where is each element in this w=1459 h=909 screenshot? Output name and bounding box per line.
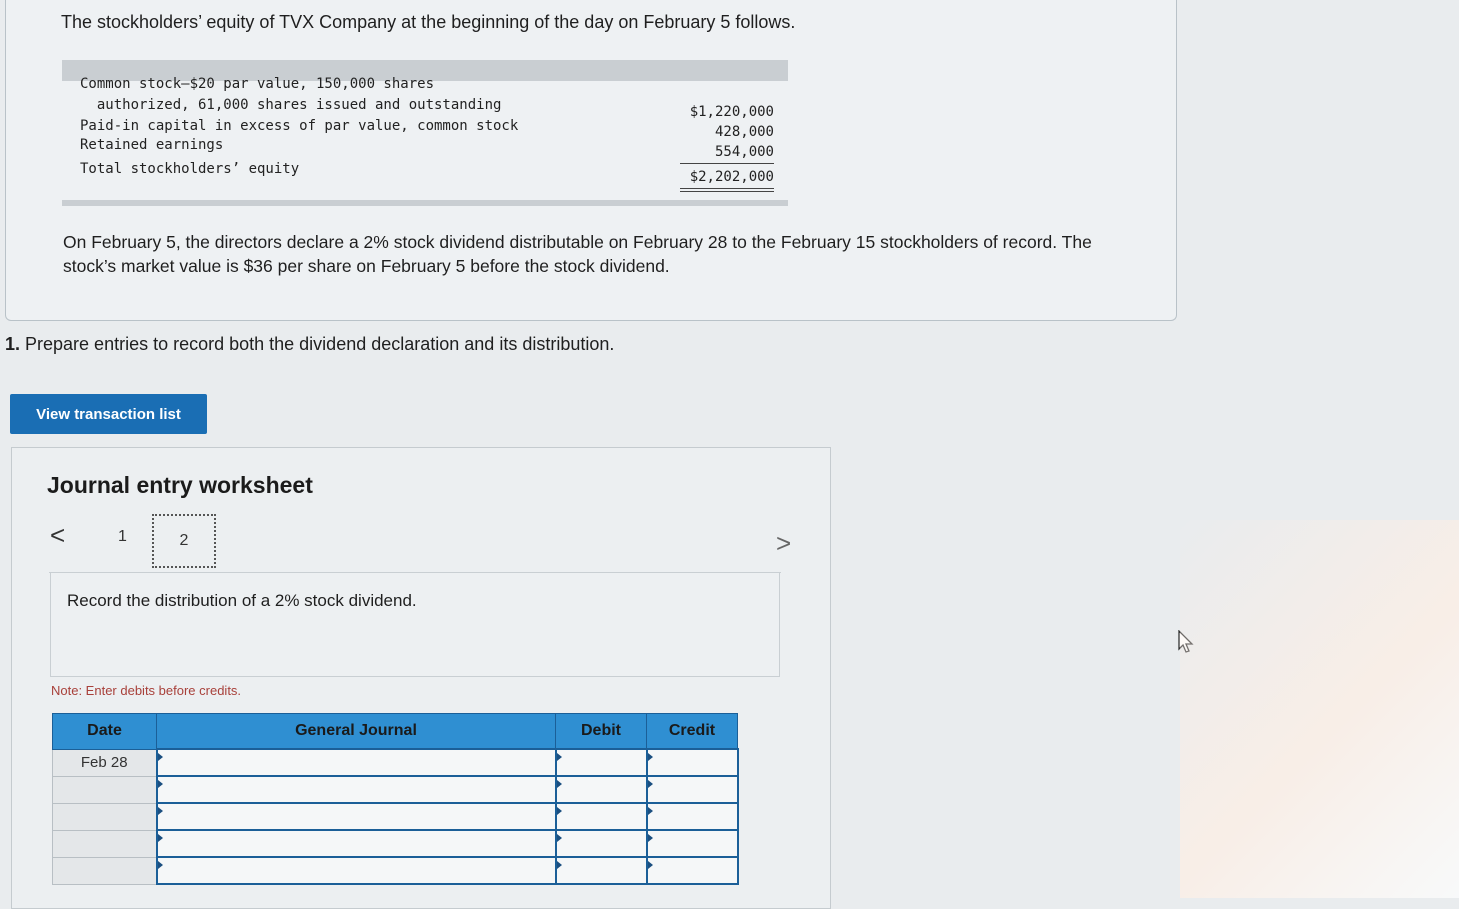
table-row: Feb 28 [52,748,739,777]
total-double-rule-1 [680,188,774,189]
header-date: Date [52,713,157,750]
amount-common-stock: $1,220,000 [689,104,774,120]
equity-footer-bar [62,200,788,206]
credit-input[interactable] [645,856,739,885]
worksheet-title: Journal entry worksheet [47,472,313,498]
chevron-left-icon[interactable]: < [50,520,65,551]
instruction-box: Record the distribution of a 2% stock di… [50,573,780,677]
problem-paragraph: On February 5, the directors declare a 2… [63,232,1092,276]
debit-input[interactable] [554,775,648,804]
header-debit: Debit [555,713,647,750]
view-transaction-list-button[interactable]: View transaction list [10,394,207,434]
equity-line-retained-earnings: Retained earnings [80,137,224,153]
amount-retained-earnings: 554,000 [714,144,774,160]
account-input[interactable] [155,856,557,885]
table-row [52,802,739,831]
table-row [52,829,739,858]
table-row [52,856,739,885]
problem-intro: The stockholders’ equity of TVX Company … [61,12,796,32]
journal-entry-worksheet: Journal entry worksheet < 1 2 > Record t… [11,447,831,909]
equity-line-paid-in-capital: Paid-in capital in excess of par value, … [80,118,519,134]
amount-total-equity: $2,202,000 [689,169,774,185]
total-double-rule-2 [680,191,774,192]
credit-input[interactable] [645,775,739,804]
equity-line-total: Total stockholders’ equity [80,161,300,177]
equity-line-common-stock-1: Common stock—$20 par value, 150,000 shar… [80,76,435,92]
general-journal-table: Date General Journal Debit Credit Feb 28 [52,713,739,885]
account-input[interactable] [155,802,557,831]
worksheet-page-1[interactable]: 1 [118,528,127,546]
date-cell [52,775,157,804]
debit-input[interactable] [554,829,648,858]
equity-statement: Common stock—$20 par value, 150,000 shar… [62,60,788,206]
debit-input[interactable] [554,802,648,831]
table-row [52,775,739,804]
chevron-right-icon[interactable]: > [776,528,791,559]
equity-line-common-stock-2: authorized, 61,000 shares issued and out… [80,97,502,113]
account-input[interactable] [155,775,557,804]
question-number: 1. [5,334,21,354]
instruction-text: Record the distribution of a 2% stock di… [67,591,417,610]
credit-input[interactable] [645,748,739,777]
problem-panel: The stockholders’ equity of TVX Company … [5,0,1177,321]
date-cell: Feb 28 [52,748,157,777]
debit-input[interactable] [554,856,648,885]
question-text: Prepare entries to record both the divid… [20,334,615,354]
worksheet-page-2[interactable]: 2 [152,514,216,568]
account-input[interactable] [155,748,557,777]
screen-glare [1180,520,1459,898]
date-cell [52,856,157,885]
entry-note: Note: Enter debits before credits. [51,683,242,698]
header-credit: Credit [646,713,738,750]
mouse-cursor-icon [1178,630,1194,653]
subtotal-rule [680,163,774,164]
credit-input[interactable] [645,802,739,831]
question-1: 1. Prepare entries to record both the di… [5,334,614,355]
date-cell [52,802,157,831]
date-cell [52,829,157,858]
amount-paid-in-capital: 428,000 [714,124,774,140]
account-input[interactable] [155,829,557,858]
credit-input[interactable] [645,829,739,858]
debit-input[interactable] [554,748,648,777]
header-general-journal: General Journal [156,713,556,750]
